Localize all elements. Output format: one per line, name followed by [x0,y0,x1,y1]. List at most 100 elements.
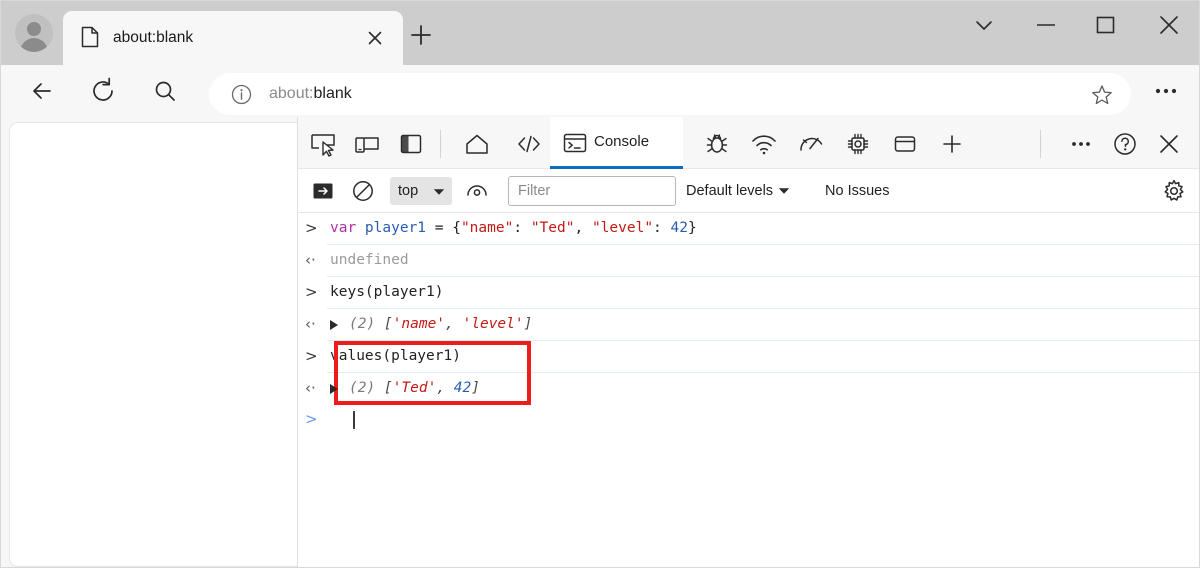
token-string: 'name' [392,316,446,332]
tab-welcome[interactable] [454,117,500,169]
console-output-prompt-icon: ‹· [305,379,316,397]
console-context-value: top [398,183,419,199]
token-number: 42 [453,380,472,396]
console-context-selector[interactable]: top [390,177,452,205]
token-plain: = { [426,220,461,236]
expand-triangle-icon[interactable] [330,384,338,394]
tab-more-tools[interactable] [929,117,975,169]
tab-memory[interactable] [835,117,881,169]
token-bracket: , [436,380,454,396]
console-issues-status[interactable]: No Issues [825,169,889,213]
devtools-panel: Console top Filter Default levels No Iss… [297,117,1199,567]
maximize-icon[interactable] [1082,1,1128,49]
console-output-row[interactable]: ‹· (2) ['Ted', 42] [305,373,1199,404]
more-options-icon[interactable] [1066,129,1096,159]
eye-live-expression-icon[interactable] [464,178,490,204]
more-horizontal-icon[interactable] [1149,77,1183,105]
close-icon[interactable] [363,26,387,50]
close-icon[interactable] [1146,1,1192,49]
tab-performance[interactable] [788,117,834,169]
tab-network[interactable] [741,117,787,169]
dock-side-panel-icon[interactable] [396,129,426,159]
token-string: 'level' [462,316,524,332]
performance-gauge-icon [796,129,826,159]
console-input-prompt-icon: > [305,347,318,365]
memory-chip-icon [843,129,873,159]
console-log-levels-dropdown[interactable]: Default levels [686,169,790,213]
clear-console-icon[interactable] [310,178,336,204]
text-cursor [353,411,355,429]
minimize-icon[interactable] [1023,1,1069,49]
token-plain: : [513,220,531,236]
tab-application[interactable] [882,117,928,169]
token-bracket: ] [523,316,533,332]
device-emulation-icon[interactable] [352,129,382,159]
tab-elements[interactable] [506,117,552,169]
console-output-row[interactable]: ‹· undefined [305,245,1199,277]
chevron-down-icon [778,183,790,199]
new-tab-icon[interactable] [405,19,437,51]
console-input-row[interactable]: > values(player1) [305,341,1199,405]
plus-icon [937,129,967,159]
browser-tab[interactable]: about:blank [63,11,403,65]
console-output-row[interactable]: ‹· (2) ['name', 'level'] [305,309,1199,341]
token-length: (2) [349,316,384,332]
browser-window: about:blank about:blank Console top Filt… [0,0,1200,568]
tab-console[interactable]: Console [550,117,683,169]
token-bracket: [ [383,316,393,332]
address-host: blank [313,85,352,102]
address-bar[interactable]: about:blank [209,73,1131,115]
console-terminal-icon [560,128,590,158]
chevron-down-icon [433,188,445,196]
console-filter-input[interactable]: Filter [508,176,676,206]
settings-gear-icon[interactable] [1161,178,1187,204]
token-plain: keys(player1) [330,284,444,300]
console-output-text: (2) ['Ted', 42] [349,373,480,404]
reload-icon[interactable] [87,75,119,107]
console-output-prompt-icon: ‹· [305,315,316,333]
expand-triangle-icon[interactable] [330,320,338,330]
page-viewport-area [1,117,297,567]
token-number: 42 [670,220,688,236]
console-prompt-icon: > [305,410,318,428]
address-scheme: about: [269,85,314,102]
search-icon[interactable] [149,75,181,107]
tab-strip: about:blank [1,1,1199,65]
console-input-text: keys(player1) [330,277,444,308]
network-wifi-icon [749,129,779,159]
token-bracket: ] [471,380,480,396]
info-circle-icon[interactable] [231,84,252,105]
page-document-icon [81,26,99,48]
debug-bug-icon [702,129,732,159]
back-arrow-icon[interactable] [26,75,58,107]
close-devtools-icon[interactable] [1154,129,1184,159]
console-input-text: var player1 = {"name": "Ted", "level": 4… [330,213,697,244]
token-keyword: var [330,220,365,236]
token-bracket: , [445,316,463,332]
token-plain: } [687,220,697,236]
tab-sources[interactable] [694,117,740,169]
console-input-row[interactable]: > keys(player1) [305,277,1199,309]
console-filter-placeholder: Filter [518,183,551,199]
inspect-element-icon[interactable] [308,129,338,159]
console-log-area[interactable]: > var player1 = {"name": "Ted", "level":… [298,213,1199,567]
toolbar-divider [440,130,441,158]
application-storage-icon [890,129,920,159]
page-content[interactable] [9,122,297,567]
console-input-prompt-icon: > [305,283,318,301]
home-icon [462,129,492,159]
console-prompt-row[interactable]: > [305,404,1199,435]
token-plain: , [574,220,592,236]
favorite-star-icon[interactable] [1091,84,1113,106]
avatar[interactable] [15,14,53,52]
code-brackets-icon [514,129,544,159]
console-filter-bar: top Filter Default levels No Issues [298,169,1199,213]
avatar-body [20,38,48,52]
block-circle-icon[interactable] [350,178,376,204]
console-input-row[interactable]: > var player1 = {"name": "Ted", "level":… [305,213,1199,245]
help-question-icon[interactable] [1110,129,1140,159]
console-issues-label: No Issues [825,183,890,199]
devtools-tab-bar: Console [298,117,1199,169]
console-input-prompt-icon: > [305,219,318,237]
chevron-down-icon[interactable] [961,1,1007,49]
